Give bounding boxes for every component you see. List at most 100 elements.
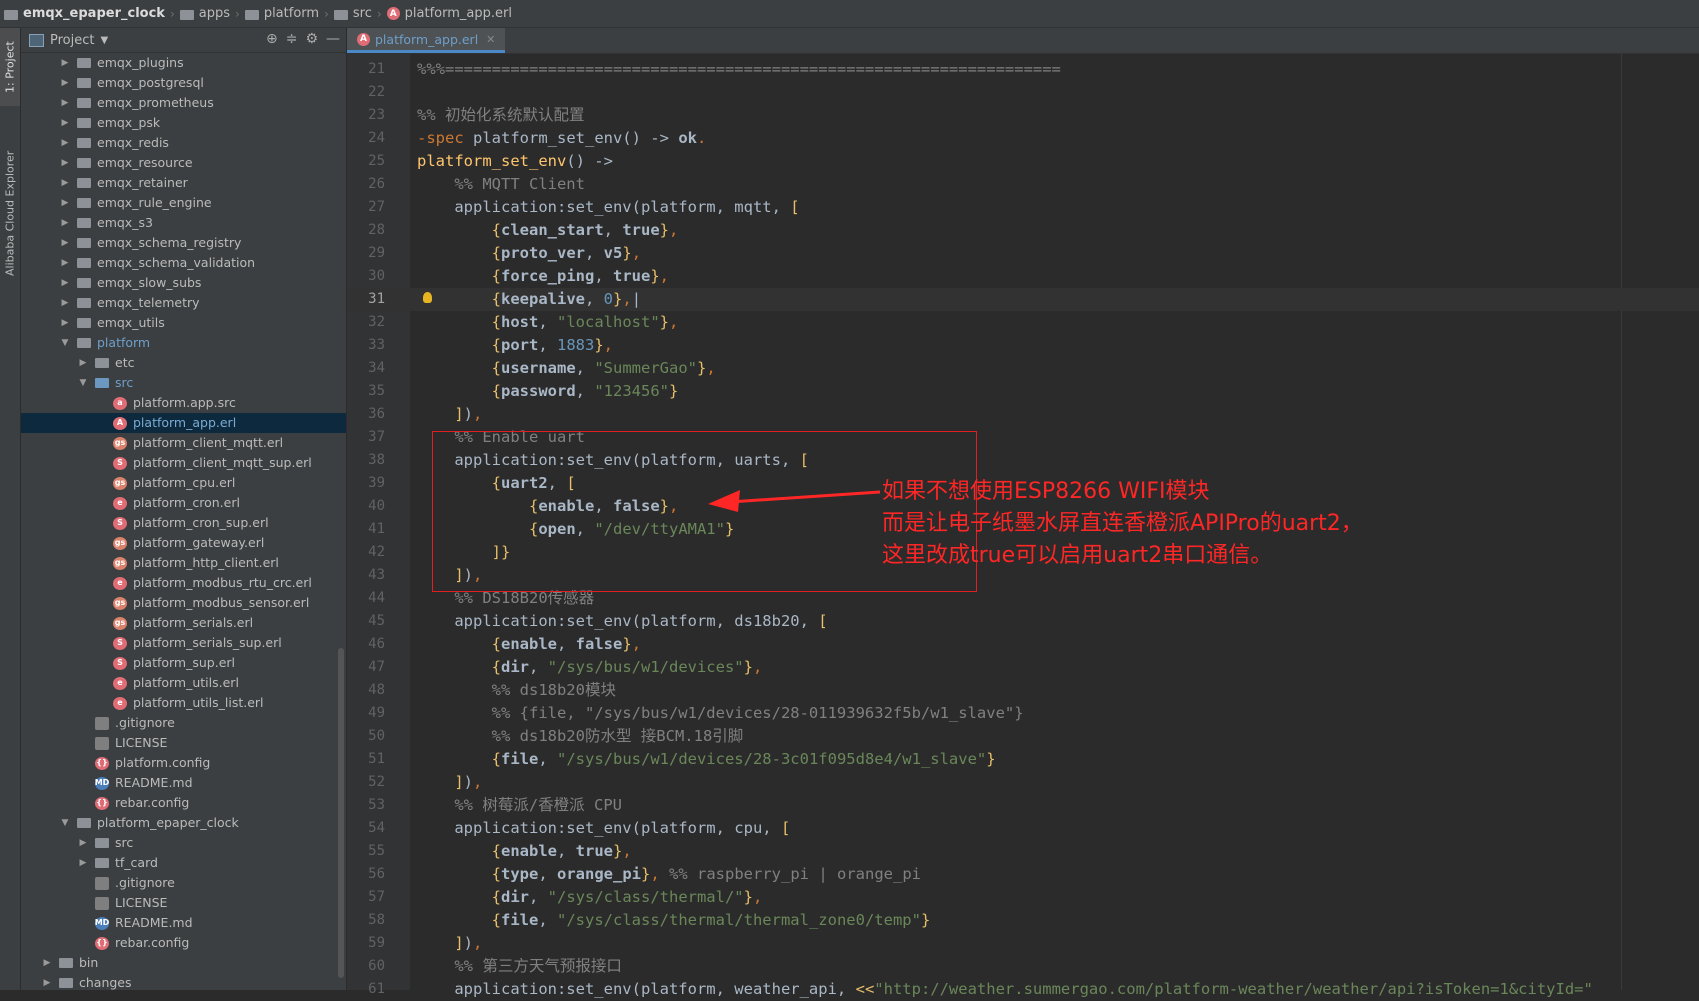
code-line[interactable]: 33 {port, 1883},	[347, 334, 1699, 357]
code-line[interactable]: 22	[347, 81, 1699, 104]
code-line[interactable]: 25 platform_set_env() ->	[347, 150, 1699, 173]
tree-folder-item[interactable]: ▶ emqx_slow_subs	[21, 273, 346, 293]
tree-folder-item[interactable]: ▶ emqx_postgresql	[21, 73, 346, 93]
tree-file-item[interactable]: Splatform_cron_sup.erl	[21, 513, 346, 533]
tree-file-item[interactable]: gs platform_client_mqtt.erl	[21, 433, 346, 453]
tree-file-item[interactable]: a platform.app.src	[21, 393, 346, 413]
tree-file-item[interactable]: e platform_utils_list.erl	[21, 693, 346, 713]
tree-folder-item[interactable]: ▶ emqx_rule_engine	[21, 193, 346, 213]
tree-file-item[interactable]: MD README.md	[21, 773, 346, 793]
code-line[interactable]: 55 {enable, true},	[347, 840, 1699, 863]
tree-folder-item[interactable]: ▶ emqx_plugins	[21, 53, 346, 73]
tree-file-item[interactable]: {} platform.config	[21, 753, 346, 773]
tree-file-item[interactable]: gs platform_modbus_sensor.erl	[21, 593, 346, 613]
tree-folder-item[interactable]: ▶ emqx_resource	[21, 153, 346, 173]
tree-file-item[interactable]: e platform_utils.erl	[21, 673, 346, 693]
tree-folder-item[interactable]: ▶ emqx_redis	[21, 133, 346, 153]
expand-arrow-icon[interactable]: ▶	[41, 953, 53, 973]
expand-arrow-icon[interactable]: ▶	[59, 93, 71, 113]
code-line[interactable]: 58 {file, "/sys/class/thermal/thermal_zo…	[347, 909, 1699, 932]
code-line[interactable]: 49 %% {file, "/sys/bus/w1/devices/28-011…	[347, 702, 1699, 725]
tab-project[interactable]: 1: Project	[0, 28, 20, 106]
code-line[interactable]: 52 ]),	[347, 771, 1699, 794]
tree-folder-item[interactable]: ▶ emqx_retainer	[21, 173, 346, 193]
tree-file-item[interactable]: LICENSE	[21, 893, 346, 913]
code-line[interactable]: 24 -spec platform_set_env() -> ok.	[347, 127, 1699, 150]
expand-arrow-icon[interactable]: ▶	[77, 853, 89, 873]
code-line[interactable]: 47 {dir, "/sys/bus/w1/devices"},	[347, 656, 1699, 679]
tree-folder-item[interactable]: ▶ emqx_utils	[21, 313, 346, 333]
code-line[interactable]: 54 application:set_env(platform, cpu, [	[347, 817, 1699, 840]
breadcrumb-item-project[interactable]: emqx_epaper_clock	[23, 6, 165, 21]
collapse-arrow-icon[interactable]: ▼	[77, 373, 89, 393]
tree-file-item[interactable]: Splatform_serials_sup.erl	[21, 633, 346, 653]
tree-folder-item[interactable]: ▶ emqx_s3	[21, 213, 346, 233]
expand-arrow-icon[interactable]: ▶	[59, 273, 71, 293]
tree-folder-item[interactable]: ▶ emqx_prometheus	[21, 93, 346, 113]
project-view-selector[interactable]: Project ▼	[21, 33, 108, 48]
tree-file-item[interactable]: e platform_modbus_rtu_crc.erl	[21, 573, 346, 593]
tree-folder-item[interactable]: ▶ emqx_schema_validation	[21, 253, 346, 273]
collapse-arrow-icon[interactable]: ▼	[59, 333, 71, 353]
tree-folder-item[interactable]: ▼ platform_epaper_clock	[21, 813, 346, 833]
tree-folder-item[interactable]: ▶ emqx_schema_registry	[21, 233, 346, 253]
code-line[interactable]: 21 %%%===================================…	[347, 58, 1699, 81]
code-line[interactable]: 36 ]),	[347, 403, 1699, 426]
code-line[interactable]: 28 {clean_start, true},	[347, 219, 1699, 242]
tree-file-item[interactable]: MD README.md	[21, 913, 346, 933]
locate-icon[interactable]: ⊕	[266, 31, 278, 47]
expand-arrow-icon[interactable]: ▶	[59, 133, 71, 153]
tree-file-item[interactable]: gs platform_cpu.erl	[21, 473, 346, 493]
expand-arrow-icon[interactable]: ▶	[59, 193, 71, 213]
close-icon[interactable]: ✕	[486, 33, 495, 46]
tree-folder-item[interactable]: ▶ bin	[21, 953, 346, 973]
breadcrumb-item-src[interactable]: src	[353, 6, 372, 21]
tree-file-item[interactable]: Splatform_client_mqtt_sup.erl	[21, 453, 346, 473]
expand-arrow-icon[interactable]: ▶	[59, 73, 71, 93]
expand-arrow-icon[interactable]: ▶	[59, 53, 71, 73]
code-line[interactable]: 26 %% MQTT Client	[347, 173, 1699, 196]
tree-file-item[interactable]: gs platform_http_client.erl	[21, 553, 346, 573]
tree-folder-item[interactable]: ▶ tf_card	[21, 853, 346, 873]
code-line[interactable]: 32 {host, "localhost"},	[347, 311, 1699, 334]
code-line[interactable]: 56 {type, orange_pi}, %% raspberry_pi | …	[347, 863, 1699, 886]
tree-file-item[interactable]: {} rebar.config	[21, 793, 346, 813]
code-line[interactable]: 53 %% 树莓派/香橙派 CPU	[347, 794, 1699, 817]
tree-scrollbar[interactable]	[338, 648, 344, 978]
expand-arrow-icon[interactable]: ▶	[59, 233, 71, 253]
code-line[interactable]: 27 application:set_env(platform, mqtt, [	[347, 196, 1699, 219]
tree-file-item[interactable]: gs platform_gateway.erl	[21, 533, 346, 553]
expand-arrow-icon[interactable]: ▶	[77, 833, 89, 853]
breadcrumb-item-file[interactable]: platform_app.erl	[405, 6, 512, 21]
tree-file-item[interactable]: .gitignore	[21, 873, 346, 893]
expand-arrow-icon[interactable]: ▶	[59, 173, 71, 193]
tree-file-item[interactable]: Aplatform_app.erl	[21, 413, 346, 433]
tree-folder-item[interactable]: ▶ emqx_psk	[21, 113, 346, 133]
code-line[interactable]: 48 %% ds18b20模块	[347, 679, 1699, 702]
code-line[interactable]: 34 {username, "SummerGao"},	[347, 357, 1699, 380]
expand-arrow-icon[interactable]: ▶	[59, 153, 71, 173]
code-line[interactable]: 46 {enable, false},	[347, 633, 1699, 656]
code-line[interactable]: 51 {file, "/sys/bus/w1/devices/28-3c01f0…	[347, 748, 1699, 771]
code-line[interactable]: 31 {keepalive, 0},|	[347, 288, 1699, 311]
tree-folder-item[interactable]: ▼ src	[21, 373, 346, 393]
tree-folder-item[interactable]: ▶ changes	[21, 973, 346, 990]
tree-file-item[interactable]: Splatform_sup.erl	[21, 653, 346, 673]
tree-folder-item[interactable]: ▼ platform	[21, 333, 346, 353]
tree-file-item[interactable]: .gitignore	[21, 713, 346, 733]
tree-folder-item[interactable]: ▶ emqx_telemetry	[21, 293, 346, 313]
expand-arrow-icon[interactable]: ▶	[59, 313, 71, 333]
code-line[interactable]: 35 {password, "123456"}	[347, 380, 1699, 403]
tab-alibaba-cloud-explorer[interactable]: Alibaba Cloud Explorer	[0, 128, 20, 298]
code-line[interactable]: 45 application:set_env(platform, ds18b20…	[347, 610, 1699, 633]
collapse-all-icon[interactable]: ≑	[286, 31, 298, 47]
expand-arrow-icon[interactable]: ▶	[59, 253, 71, 273]
tree-file-item[interactable]: gs platform_serials.erl	[21, 613, 346, 633]
tree-file-item[interactable]: e platform_cron.erl	[21, 493, 346, 513]
expand-arrow-icon[interactable]: ▶	[59, 113, 71, 133]
code-line[interactable]: 23 %% 初始化系统默认配置	[347, 104, 1699, 127]
gear-icon[interactable]: ⚙	[305, 31, 318, 47]
breadcrumb-item-platform[interactable]: platform	[264, 6, 319, 21]
code-line[interactable]: 29 {proto_ver, v5},	[347, 242, 1699, 265]
minimize-icon[interactable]: —	[326, 31, 340, 47]
